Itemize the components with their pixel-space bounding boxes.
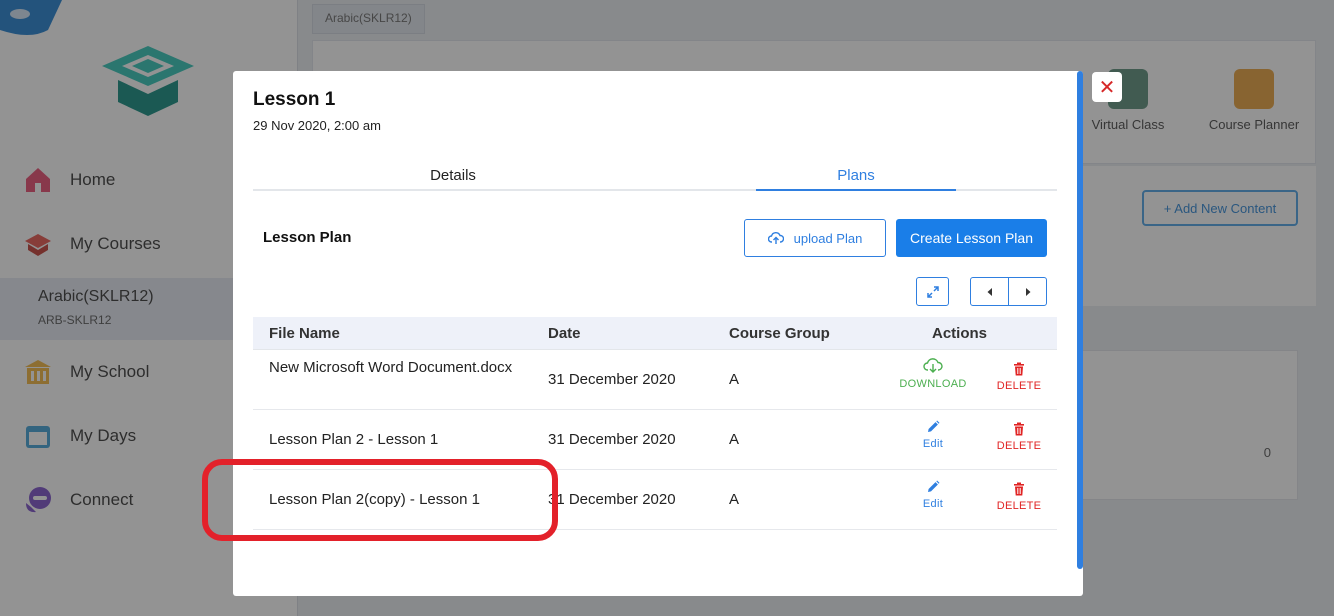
upload-plan-button[interactable]: upload Plan — [744, 219, 886, 257]
active-tab-indicator — [756, 189, 956, 191]
edit-button[interactable]: Edit — [888, 420, 978, 450]
date-cell: 31 December 2020 — [548, 491, 676, 508]
close-button[interactable]: ✕ — [1092, 72, 1122, 102]
delete-label: DELETE — [996, 440, 1042, 452]
course-group-cell: A — [729, 491, 740, 508]
edit-label: Edit — [922, 498, 944, 510]
expand-icon — [926, 285, 939, 298]
edit-button[interactable]: Edit — [888, 480, 978, 510]
modal-scrollbar[interactable] — [1077, 71, 1083, 569]
table-row: New Microsoft Word Document.docx 31 Dece… — [253, 350, 1057, 410]
delete-label: DELETE — [996, 380, 1042, 392]
delete-button[interactable]: DELETE — [974, 422, 1064, 452]
file-name-cell: New Microsoft Word Document.docx — [269, 359, 513, 376]
file-name-cell: Lesson Plan 2 - Lesson 1 — [269, 431, 439, 448]
course-group-cell: A — [729, 431, 740, 448]
delete-label: DELETE — [996, 500, 1042, 512]
trash-icon — [1014, 422, 1024, 436]
pencil-icon — [928, 480, 940, 492]
modal-date: 29 Nov 2020, 2:00 am — [253, 118, 381, 133]
annotation-highlight-box — [202, 459, 558, 541]
download-button[interactable]: DOWNLOAD — [888, 358, 978, 390]
close-icon: ✕ — [1098, 76, 1116, 99]
cloud-download-icon — [923, 358, 943, 373]
trash-icon — [1014, 362, 1024, 376]
chevron-left-icon — [987, 287, 992, 296]
lesson-plan-heading: Lesson Plan — [263, 229, 352, 246]
course-group-cell: A — [729, 371, 740, 388]
download-label: DOWNLOAD — [899, 378, 967, 390]
modal-tabs: Details Plans — [253, 165, 1057, 191]
cloud-upload-icon — [767, 232, 784, 244]
delete-button[interactable]: DELETE — [974, 362, 1064, 392]
upload-plan-label: upload Plan — [793, 230, 863, 246]
modal-title: Lesson 1 — [253, 89, 336, 110]
next-page-button[interactable] — [1009, 278, 1046, 305]
date-cell: 31 December 2020 — [548, 371, 676, 388]
tab-plans[interactable]: Plans — [756, 167, 956, 184]
tab-details[interactable]: Details — [353, 167, 553, 184]
pencil-icon — [928, 420, 940, 432]
edit-label: Edit — [922, 438, 944, 450]
pagination — [970, 277, 1047, 306]
table-header: File Name Date Course Group Actions — [253, 317, 1057, 350]
prev-page-button[interactable] — [971, 278, 1009, 305]
header-file-name: File Name — [269, 325, 340, 342]
header-actions: Actions — [932, 325, 988, 342]
chevron-right-icon — [1025, 287, 1030, 296]
trash-icon — [1014, 482, 1024, 496]
create-lesson-plan-button[interactable]: Create Lesson Plan — [896, 219, 1047, 257]
delete-button[interactable]: DELETE — [974, 482, 1064, 512]
header-date: Date — [548, 325, 581, 342]
header-course-group: Course Group — [729, 325, 830, 342]
date-cell: 31 December 2020 — [548, 431, 676, 448]
expand-button[interactable] — [916, 277, 949, 306]
